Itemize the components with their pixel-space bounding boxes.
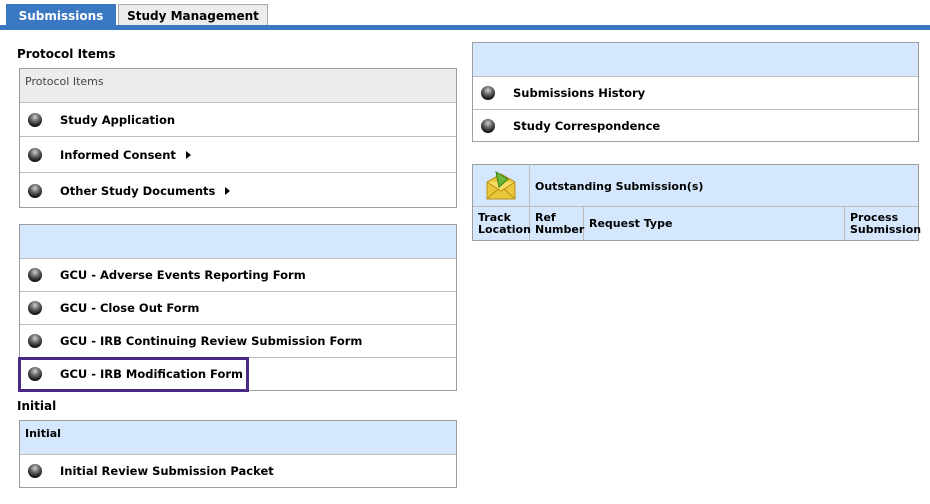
- bullet-icon: [28, 112, 42, 127]
- outstanding-submissions-title: Outstanding Submission(s): [535, 180, 704, 193]
- bullet-icon: [28, 147, 42, 162]
- outstanding-submissions-table: Outstanding Submission(s) Track Location…: [472, 164, 922, 241]
- history-item-label: Submissions History: [513, 86, 646, 100]
- gcu-form-close-out[interactable]: GCU - Close Out Form: [20, 292, 456, 325]
- gcu-form-continuing-review[interactable]: GCU - IRB Continuing Review Submission F…: [20, 325, 456, 358]
- history-item-study-correspondence[interactable]: Study Correspondence: [473, 110, 918, 141]
- initial-panel: Initial Initial Review Submission Packet: [19, 420, 457, 488]
- gcu-forms-panel-header: [20, 225, 456, 259]
- history-panel: Submissions History Study Correspondence: [472, 42, 919, 142]
- arrow-right-icon: [185, 150, 191, 159]
- gcu-form-irb-modification[interactable]: GCU - IRB Modification Form: [20, 358, 456, 390]
- bullet-icon: [481, 86, 495, 100]
- protocol-items-section-label: Protocol Items: [17, 47, 116, 61]
- bullet-icon: [28, 367, 42, 381]
- gcu-form-label: GCU - Close Out Form: [60, 301, 200, 315]
- tab-bar: Submissions Study Management: [0, 0, 930, 30]
- initial-section-label: Initial: [17, 399, 57, 413]
- history-panel-header: [473, 43, 918, 77]
- initial-item-label: Initial Review Submission Packet: [60, 464, 274, 478]
- protocol-items-panel: Protocol Items Study Application Informe…: [19, 68, 457, 208]
- outstanding-icon-cell: [473, 165, 530, 207]
- tab-submissions[interactable]: Submissions: [6, 4, 116, 26]
- bullet-icon: [28, 268, 42, 282]
- column-process-submission: Process Submission: [850, 210, 922, 236]
- outstanding-submissions-header: Outstanding Submission(s): [473, 165, 918, 207]
- initial-panel-header: Initial: [20, 421, 456, 455]
- protocol-item-label: Informed Consent: [60, 147, 176, 162]
- bullet-icon: [481, 118, 495, 133]
- column-request-type: Request Type: [584, 207, 845, 240]
- gcu-form-label: GCU - Adverse Events Reporting Form: [60, 268, 306, 282]
- bullet-icon: [28, 301, 42, 315]
- protocol-item-label: Other Study Documents: [60, 183, 216, 198]
- protocol-items-panel-header: Protocol Items: [20, 69, 456, 103]
- protocol-item-study-application[interactable]: Study Application: [20, 103, 456, 137]
- gcu-form-adverse-events[interactable]: GCU - Adverse Events Reporting Form: [20, 259, 456, 292]
- history-item-label: Study Correspondence: [513, 118, 661, 133]
- protocol-item-informed-consent[interactable]: Informed Consent: [20, 137, 456, 173]
- protocol-item-label: Study Application: [60, 112, 176, 127]
- bullet-icon: [28, 464, 42, 478]
- history-item-submissions-history[interactable]: Submissions History: [473, 77, 918, 110]
- tab-underline: [0, 25, 930, 30]
- outstanding-columns: Track Location Ref Number Request Type P…: [473, 207, 922, 240]
- bullet-icon: [28, 183, 42, 198]
- tab-study-management[interactable]: Study Management: [118, 4, 268, 26]
- gcu-forms-panel: GCU - Adverse Events Reporting Form GCU …: [19, 224, 457, 391]
- envelope-folder-icon: [486, 171, 516, 200]
- gcu-form-label: GCU - IRB Modification Form: [60, 367, 243, 381]
- protocol-item-other-study-documents[interactable]: Other Study Documents: [20, 173, 456, 208]
- bullet-icon: [28, 334, 42, 348]
- arrow-right-icon: [225, 186, 231, 195]
- column-ref-number: Ref Number: [530, 207, 584, 240]
- initial-item-review-packet[interactable]: Initial Review Submission Packet: [20, 455, 456, 487]
- gcu-form-label: GCU - IRB Continuing Review Submission F…: [60, 334, 363, 348]
- column-track-location: Track Location: [473, 207, 531, 240]
